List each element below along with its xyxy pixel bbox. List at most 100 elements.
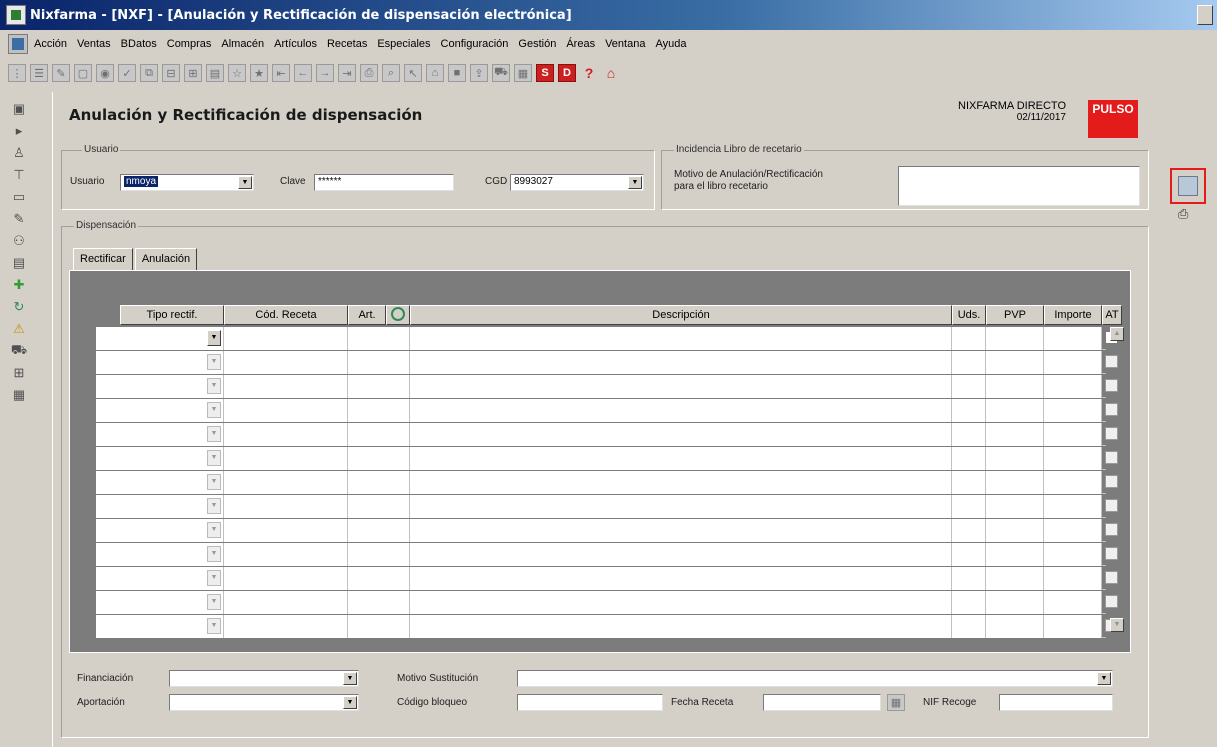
cell-importe[interactable]	[1044, 327, 1102, 350]
cell-art[interactable]	[348, 375, 410, 398]
cell-pvp[interactable]	[986, 567, 1044, 590]
toolbar-export-icon[interactable]: ⇪	[470, 64, 488, 82]
refresh-icon[interactable]	[391, 307, 405, 321]
usuario-combo[interactable]: nmoya ▼	[120, 174, 254, 191]
menu-accion[interactable]: Acción	[34, 38, 67, 50]
toolbar-layers-icon[interactable]: ▤	[206, 64, 224, 82]
toolbar-home-icon[interactable]: ⌂	[602, 64, 620, 82]
row-selector[interactable]	[96, 495, 121, 518]
left-plus-icon[interactable]: ✚	[10, 276, 28, 294]
cell-art[interactable]	[348, 399, 410, 422]
cell-art[interactable]	[348, 519, 410, 542]
toolbar-d-button[interactable]: D	[558, 64, 576, 82]
at-checkbox[interactable]	[1105, 427, 1118, 440]
toolbar-edit-icon[interactable]: ✎	[52, 64, 70, 82]
row-selector[interactable]	[96, 447, 121, 470]
left-pen-icon[interactable]: ✎	[10, 210, 28, 228]
toolbar-calc-icon[interactable]: ▦	[514, 64, 532, 82]
row-selector[interactable]	[96, 567, 121, 590]
toolbar-filter-icon[interactable]: ⊟	[162, 64, 180, 82]
cell-descripcion[interactable]	[410, 543, 952, 566]
cell-pvp[interactable]	[986, 495, 1044, 518]
cell-pvp[interactable]	[986, 327, 1044, 350]
cell-tipo-rectif[interactable]: ▼	[120, 519, 224, 542]
chevron-down-icon[interactable]: ▼	[207, 402, 221, 418]
cell-art[interactable]	[348, 567, 410, 590]
cell-cod-receta[interactable]	[224, 327, 348, 350]
cell-descripcion[interactable]	[410, 423, 952, 446]
cell-uds[interactable]	[952, 423, 986, 446]
menu-ventana[interactable]: Ventana	[605, 38, 645, 50]
scroll-up-arrow[interactable]: ▲	[1110, 327, 1124, 341]
cell-importe[interactable]	[1044, 447, 1102, 470]
nif-recoge-input[interactable]	[999, 694, 1113, 711]
cell-cod-receta[interactable]	[224, 447, 348, 470]
document-menu-icon[interactable]	[8, 34, 28, 54]
left-refresh-icon[interactable]: ↻	[10, 298, 28, 316]
cell-uds[interactable]	[952, 591, 986, 614]
left-table-icon[interactable]: ⊤	[10, 166, 28, 184]
toolbar-copy-icon[interactable]: ⧉	[140, 64, 158, 82]
cell-uds[interactable]	[952, 543, 986, 566]
toolbar-lines-icon[interactable]: ☰	[30, 64, 48, 82]
left-truck-icon[interactable]: ⛟	[10, 342, 28, 360]
confirm-document-button[interactable]	[1170, 168, 1206, 204]
cell-importe[interactable]	[1044, 615, 1102, 638]
left-printer-icon[interactable]: ▣	[10, 100, 28, 118]
at-checkbox[interactable]	[1105, 355, 1118, 368]
row-selector[interactable]	[96, 375, 121, 398]
menu-ventas[interactable]: Ventas	[77, 38, 111, 50]
toolbar-s-button[interactable]: S	[536, 64, 554, 82]
cell-descripcion[interactable]	[410, 519, 952, 542]
motivo-sustitucion-combo[interactable]: ▼	[517, 670, 1113, 687]
cell-uds[interactable]	[952, 471, 986, 494]
row-selector[interactable]	[96, 543, 121, 566]
toolbar-search-icon[interactable]: ⌕	[382, 64, 400, 82]
toolbar-next-icon[interactable]: →	[316, 64, 334, 82]
chevron-down-icon[interactable]: ▼	[343, 672, 357, 685]
cell-tipo-rectif[interactable]: ▼	[120, 471, 224, 494]
at-checkbox[interactable]	[1105, 499, 1118, 512]
menu-especiales[interactable]: Especiales	[377, 38, 430, 50]
toolbar-list-icon[interactable]: ⋮	[8, 64, 26, 82]
at-checkbox[interactable]	[1105, 523, 1118, 536]
cell-art[interactable]	[348, 543, 410, 566]
left-box-icon[interactable]: ▭	[10, 188, 28, 206]
toolbar-star-outline-icon[interactable]: ☆	[228, 64, 246, 82]
cell-importe[interactable]	[1044, 567, 1102, 590]
cell-pvp[interactable]	[986, 447, 1044, 470]
cell-cod-receta[interactable]	[224, 495, 348, 518]
toolbar-last-icon[interactable]: ⇥	[338, 64, 356, 82]
at-checkbox[interactable]	[1105, 595, 1118, 608]
aportacion-combo[interactable]: ▼	[169, 694, 359, 711]
cell-importe[interactable]	[1044, 591, 1102, 614]
chevron-down-icon[interactable]: ▼	[207, 522, 221, 538]
cell-tipo-rectif[interactable]: ▼	[120, 615, 224, 638]
chevron-down-icon[interactable]: ▼	[207, 546, 221, 562]
cell-uds[interactable]	[952, 447, 986, 470]
menu-almacen[interactable]: Almacén	[221, 38, 264, 50]
cell-art[interactable]	[348, 591, 410, 614]
cell-pvp[interactable]	[986, 543, 1044, 566]
cell-uds[interactable]	[952, 351, 986, 374]
cell-cod-receta[interactable]	[224, 471, 348, 494]
cell-descripcion[interactable]	[410, 591, 952, 614]
row-selector[interactable]	[96, 519, 121, 542]
chevron-down-icon[interactable]: ▼	[207, 378, 221, 394]
cell-cod-receta[interactable]	[224, 591, 348, 614]
chevron-down-icon[interactable]: ▼	[207, 594, 221, 610]
tab-rectificar[interactable]: Rectificar	[73, 248, 133, 270]
left-person-icon[interactable]: ♙	[10, 144, 28, 162]
cell-cod-receta[interactable]	[224, 351, 348, 374]
cell-art[interactable]	[348, 423, 410, 446]
toolbar-cart-icon[interactable]: ⛟	[492, 64, 510, 82]
cell-art[interactable]	[348, 615, 410, 638]
toolbar-block-icon[interactable]: ■	[448, 64, 466, 82]
chevron-down-icon[interactable]: ▼	[207, 426, 221, 442]
cell-cod-receta[interactable]	[224, 375, 348, 398]
cell-uds[interactable]	[952, 327, 986, 350]
cell-descripcion[interactable]	[410, 375, 952, 398]
cell-cod-receta[interactable]	[224, 519, 348, 542]
cell-pvp[interactable]	[986, 423, 1044, 446]
window-control-button[interactable]	[1197, 5, 1213, 25]
